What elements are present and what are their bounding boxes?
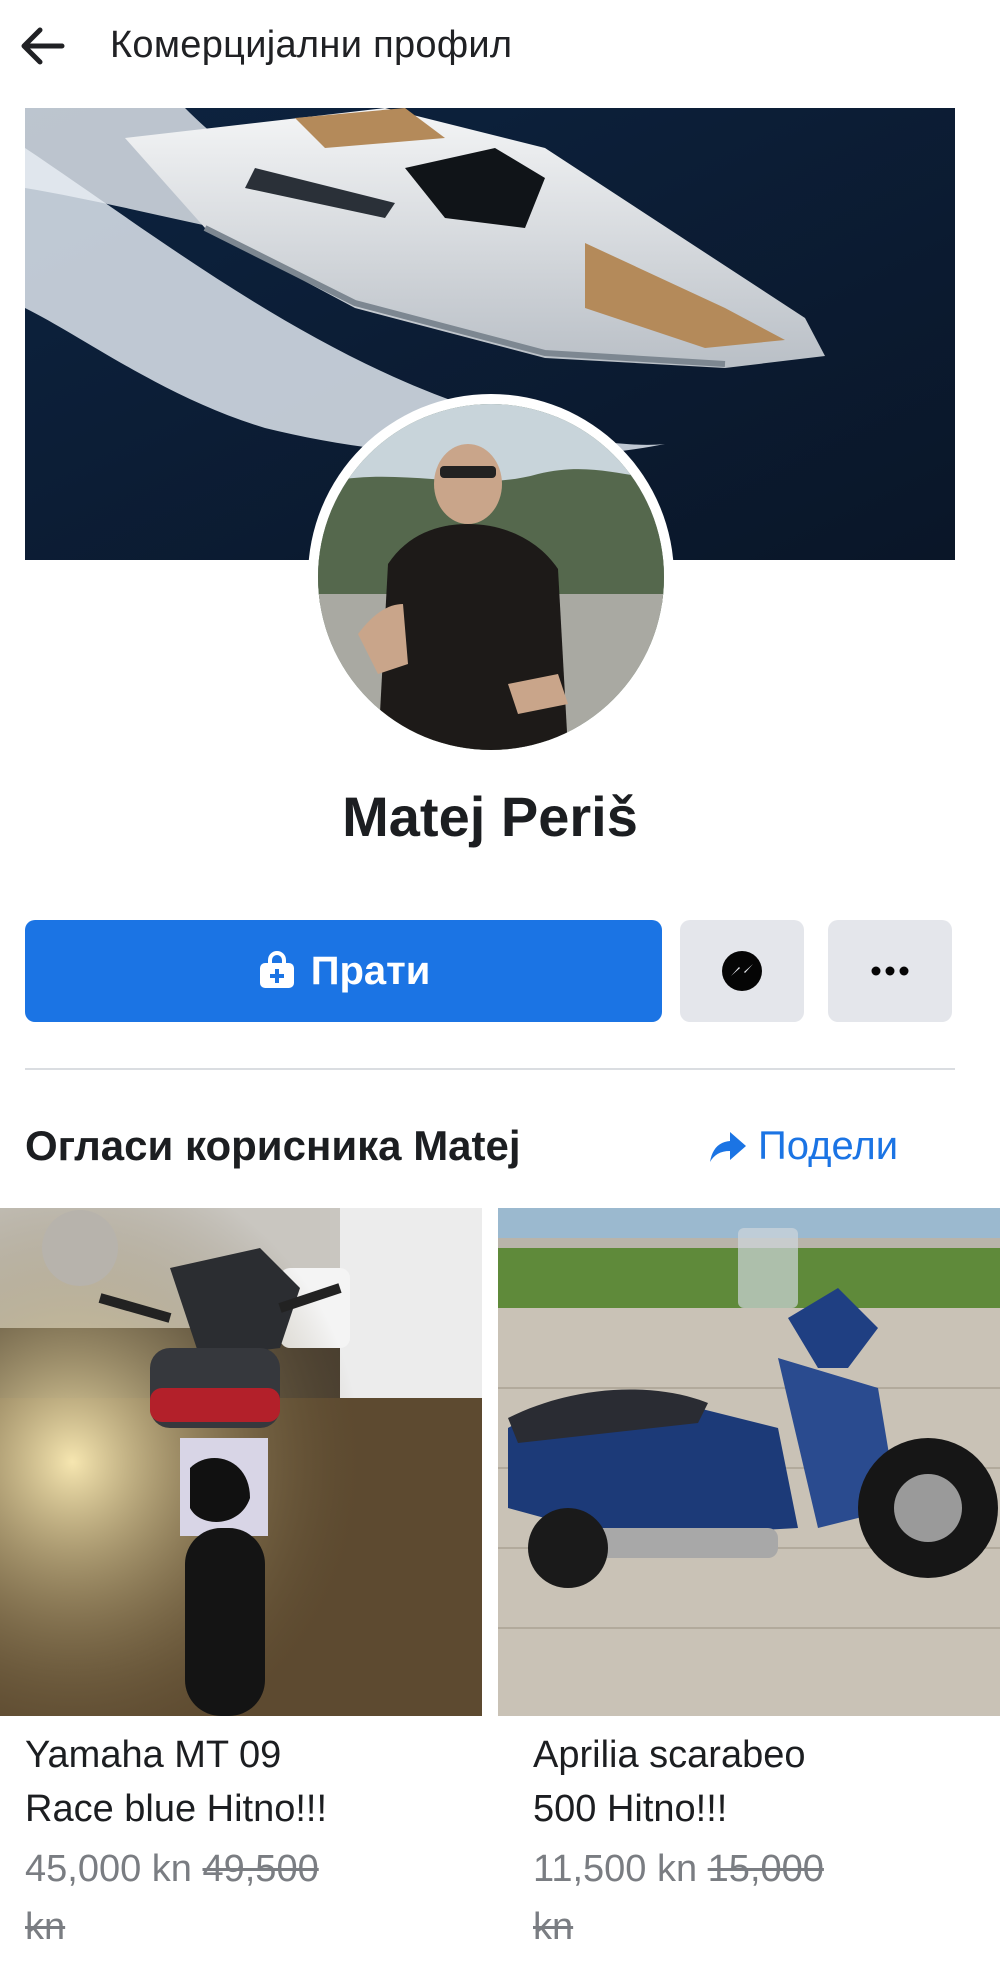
- more-dots-icon: [871, 966, 909, 976]
- listing-title-line: 500 Hitno!!!: [533, 1788, 728, 1830]
- arrow-left-icon: [21, 27, 65, 65]
- follow-label: Прати: [310, 948, 431, 993]
- motorcycle-photo: [0, 1208, 482, 1716]
- old-price: 15,000: [707, 1848, 824, 1890]
- listing-image-yamaha[interactable]: [0, 1208, 482, 1716]
- profile-name: Matej Periš: [342, 785, 638, 848]
- price: 11,500 kn: [533, 1848, 698, 1890]
- top-bar: Комерцијални профил: [0, 0, 1000, 92]
- old-price: 49,500: [202, 1848, 319, 1890]
- follow-bag-icon: [259, 951, 294, 988]
- listing-title-line: Race blue Hitno!!!: [25, 1788, 328, 1830]
- share-arrow-icon: [710, 1131, 746, 1162]
- listing-price-aprilia: 11,500 kn 15,000 kn: [533, 1840, 953, 1956]
- share-label: Подели: [758, 1124, 899, 1168]
- listing-price-yamaha: 45,000 kn 49,500 kn: [25, 1840, 445, 1956]
- messenger-icon: [722, 951, 762, 991]
- divider: [25, 1068, 955, 1070]
- listing-image-aprilia[interactable]: [498, 1208, 1000, 1716]
- avatar[interactable]: [318, 404, 664, 750]
- messenger-button[interactable]: [680, 920, 804, 1022]
- scooter-photo: [498, 1208, 1000, 1716]
- price: 45,000 kn: [25, 1848, 192, 1890]
- listing-title-yamaha[interactable]: Yamaha MT 09 Race blue Hitno!!!: [25, 1728, 475, 1836]
- listing-title-line: Yamaha MT 09: [25, 1734, 282, 1776]
- back-button[interactable]: [14, 18, 70, 74]
- old-price-unit: kn: [533, 1906, 574, 1948]
- follow-button[interactable]: Прати: [25, 920, 662, 1022]
- listings-title: Огласи корисника Matej: [25, 1122, 521, 1169]
- listing-title-aprilia[interactable]: Aprilia scarabeo 500 Hitno!!!: [533, 1728, 983, 1836]
- old-price-unit: kn: [25, 1906, 66, 1948]
- profile-photo: [318, 404, 664, 750]
- more-button[interactable]: [828, 920, 952, 1022]
- page-title: Комерцијални профил: [110, 24, 513, 66]
- listing-title-line: Aprilia scarabeo: [533, 1734, 806, 1776]
- share-link[interactable]: Подели: [708, 1124, 898, 1169]
